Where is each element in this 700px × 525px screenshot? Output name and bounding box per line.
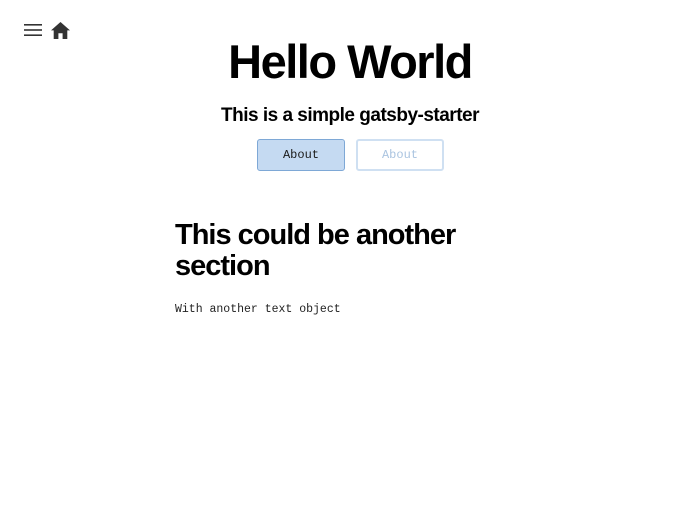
- about-button-outline[interactable]: About: [356, 139, 444, 171]
- hero-subtitle: This is a simple gatsby-starter: [221, 105, 480, 126]
- hero-button-row: About About: [257, 139, 444, 171]
- about-button-primary[interactable]: About: [257, 139, 345, 171]
- section-text: With another text object: [175, 303, 341, 316]
- hero-title: Hello World: [228, 35, 473, 88]
- section-title: This could be another section: [175, 219, 456, 282]
